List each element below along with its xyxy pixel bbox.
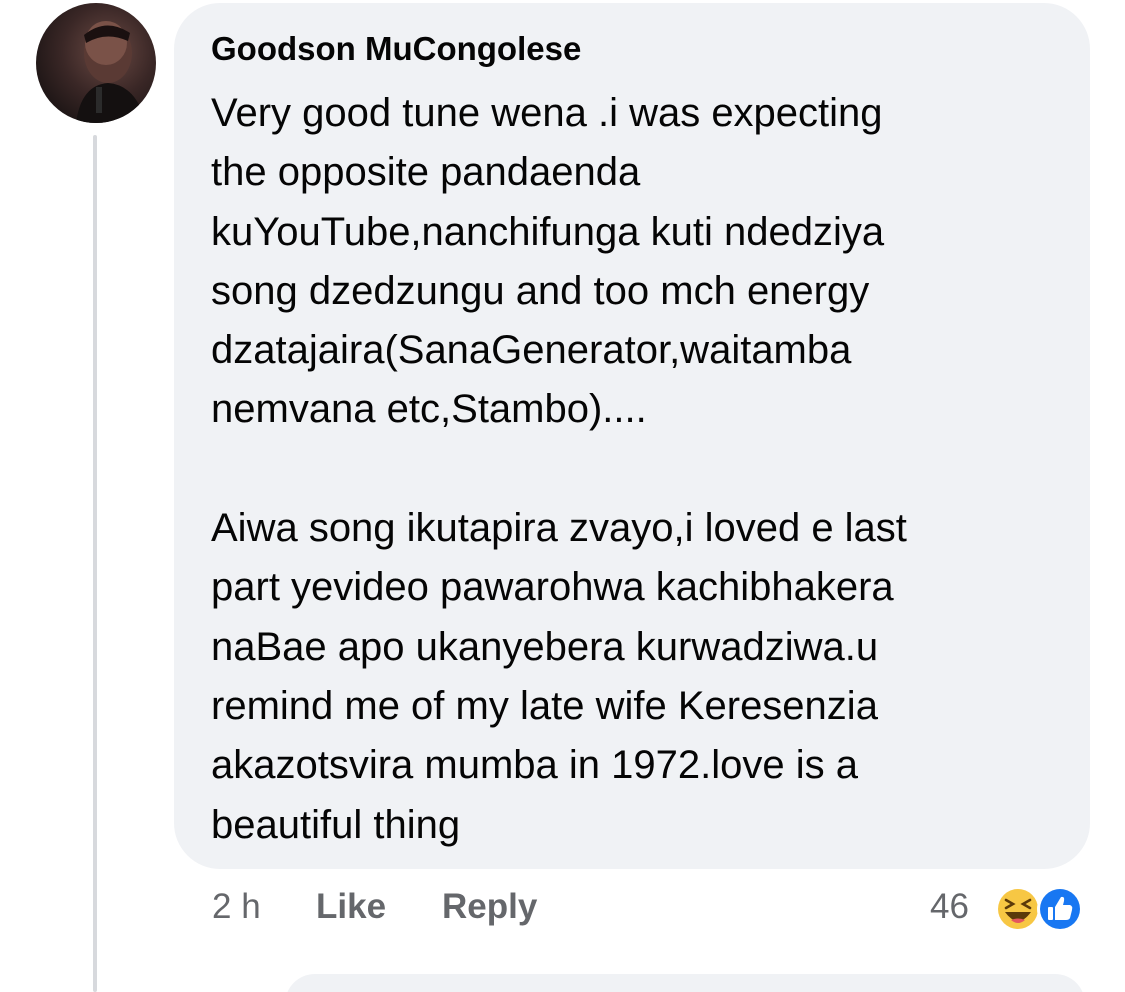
thread-line [93, 135, 97, 992]
comment-line: Aiwa song ikutapira zvayo,i loved e last [211, 506, 907, 551]
comment-text: Very good tune wena .i was expecting the… [211, 84, 1061, 855]
comment-line: nemvana etc,Stambo).... [211, 387, 647, 432]
comment-line: the opposite pandaenda [211, 150, 641, 195]
comment-timestamp[interactable]: 2 h [212, 887, 261, 927]
reaction-icons[interactable] [992, 884, 1092, 934]
comment-thread: Goodson MuCongolese Very good tune wena … [0, 0, 1125, 992]
avatar-portrait-icon [76, 21, 146, 123]
next-comment-bubble [285, 974, 1085, 992]
comment-line: kuYouTube,nanchifunga kuti ndedziya [211, 209, 885, 254]
comment-line: dzatajaira(SanaGenerator,waitamba [211, 328, 852, 373]
reply-button[interactable]: Reply [442, 887, 537, 927]
comment-line: remind me of my late wife Keresenzia [211, 683, 878, 728]
laughing-emoji-icon [995, 886, 1041, 932]
comment-line: beautiful thing [211, 802, 461, 847]
comment-line: Very good tune wena .i was expecting [211, 91, 883, 135]
like-button[interactable]: Like [316, 887, 386, 927]
avatar[interactable] [36, 3, 156, 123]
comment-line: part yevideo pawarohwa kachibhakera [211, 565, 894, 610]
comment-line: naBae apo ukanyebera kurwadziwa.u [211, 624, 879, 669]
comment-actions: 2 h Like Reply 46 [0, 884, 1125, 934]
thumbs-up-icon [1037, 886, 1083, 932]
comment-author[interactable]: Goodson MuCongolese [211, 30, 581, 68]
comment-line: song dzedzungu and too mch energy [211, 268, 870, 313]
reaction-count[interactable]: 46 [930, 887, 969, 927]
comment-line: akazotsvira mumba in 1972.love is a [211, 743, 858, 788]
